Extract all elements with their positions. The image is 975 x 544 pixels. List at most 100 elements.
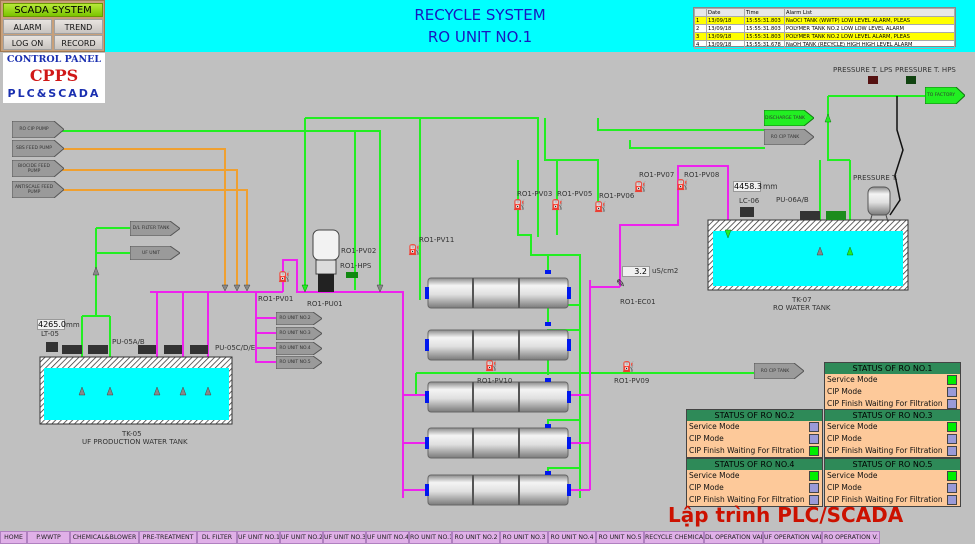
tag-ro-unit-2[interactable]: RO UNIT NO.2: [276, 312, 322, 325]
status-indicator-off: [947, 446, 957, 456]
conductivity-value: 3.2: [622, 266, 650, 277]
tag-label: TO FACTORY: [927, 93, 955, 98]
tag-label: RO UNIT NO.4: [279, 346, 311, 351]
status-indicator-on: [947, 471, 957, 481]
label-pressure-lps: PRESSURE T. LPS: [833, 66, 893, 74]
valve-pv05-icon[interactable]: ⛽: [551, 200, 563, 211]
nav-ro-unit-no-2[interactable]: RO UNIT NO.2: [452, 531, 500, 544]
label-pv08: RO1-PV08: [684, 171, 720, 179]
nav-ro-unit-no-4[interactable]: RO UNIT NO.4: [548, 531, 596, 544]
label-pv02: RO1-PV02: [341, 247, 377, 255]
valve-pv07-icon[interactable]: ⛽: [634, 182, 646, 193]
tag-label: RO CIP PUMP: [19, 127, 49, 132]
nav-dl-operation-valve[interactable]: DL OPERATION VALVE: [704, 531, 763, 544]
label-tk07-name: RO WATER TANK: [773, 304, 831, 312]
chemical-lines: [62, 148, 248, 285]
tag-antiscale-feed-pump[interactable]: ANTISCALE FEED PUMP: [12, 181, 64, 198]
pressure-tank: [867, 186, 891, 223]
label-pu05ab: PU-05A/B: [112, 338, 145, 346]
label-pv05: RO1-PV05: [557, 190, 593, 198]
label-pv09: RO1-PV09: [614, 377, 650, 385]
nav-uf-unit-no-3[interactable]: UF UNIT NO.3: [323, 531, 366, 544]
tag-ro-unit-5[interactable]: RO UNIT NO.5: [276, 356, 322, 369]
status-row: Service Mode: [687, 470, 822, 482]
status-row: CIP Mode: [825, 433, 960, 445]
nav-p-wwtp[interactable]: P.WWTP: [27, 531, 70, 544]
valve-pv09-icon[interactable]: ⛽: [622, 362, 634, 373]
label-lt05: LT-05: [41, 330, 60, 338]
tag-label: BIOCIDE FEED PUMP: [18, 163, 50, 174]
valve-pv10-icon[interactable]: ⛽: [485, 361, 497, 372]
tag-to-factory[interactable]: TO FACTORY: [925, 87, 965, 104]
nav-ro-unit-no-3[interactable]: RO UNIT NO.3: [500, 531, 548, 544]
nav-uf-unit-no-2[interactable]: UF UNIT NO.2: [280, 531, 323, 544]
status-label: CIP Mode: [827, 387, 862, 396]
label-pu05cde: PU-05C/D/E: [215, 344, 256, 352]
pressure-sensor-hps-out: [906, 76, 916, 84]
valve-pv02-icon[interactable]: ⛽: [408, 245, 420, 256]
tag-uf-unit[interactable]: UF UNIT: [130, 246, 180, 260]
pump-pu01: [312, 229, 340, 292]
nav-pre-treatment[interactable]: PRE-TREATMENT: [139, 531, 197, 544]
nav-ro-unit-no-5[interactable]: RO UNIT NO.5: [596, 531, 644, 544]
status-row: CIP Mode: [825, 386, 960, 398]
tag-label: RO CIP TANK: [770, 134, 800, 140]
nav-uf-unit-no-4[interactable]: UF UNIT NO.4: [366, 531, 409, 544]
status-indicator-off: [947, 495, 957, 505]
status-row: CIP Mode: [687, 433, 822, 445]
tag-sbs-feed-pump[interactable]: SBS FEED PUMP: [12, 140, 64, 157]
nav-dl-filter[interactable]: DL FILTER: [197, 531, 237, 544]
status-indicator-on: [809, 471, 819, 481]
tag-discharge-tank[interactable]: DISCHARGE TANK: [764, 110, 814, 126]
tag-label: DISCHARGE TANK: [765, 115, 805, 121]
status-row: Service Mode: [825, 374, 960, 386]
label-tk05-id: TK-05: [122, 430, 142, 438]
nav-uf-unit-no-1[interactable]: UF UNIT NO.1: [237, 531, 280, 544]
label-lc06: LC-06: [739, 197, 760, 205]
bottom-nav: HOME P.WWTP CHEMICAL&BLOWER PRE-TREATMENT DL…: [0, 531, 975, 544]
nav-recycle-chemical[interactable]: RECYCLE CHEMICAL: [644, 531, 704, 544]
tag-ro-cip-pump[interactable]: RO CIP PUMP: [12, 121, 64, 138]
status-label: Service Mode: [689, 422, 740, 431]
tag-ro-unit-4[interactable]: RO UNIT NO.4: [276, 342, 322, 355]
status-row: CIP Finish Waiting For Filtration: [825, 445, 960, 457]
tag-label: ANTISCALE FEED PUMP: [14, 184, 54, 195]
pressure-tank-line: [889, 96, 904, 216]
valve-pv03-icon[interactable]: ⛽: [513, 200, 525, 211]
tag-ro-unit-3[interactable]: RO UNIT NO.3: [276, 327, 322, 340]
status-row: Service Mode: [825, 470, 960, 482]
label-pv11: RO1-PV11: [419, 236, 455, 244]
nav-home[interactable]: HOME: [0, 531, 27, 544]
nav-chemical-blower[interactable]: CHEMICAL&BLOWER: [70, 531, 139, 544]
label-pv07: RO1-PV07: [639, 171, 675, 179]
tag-label: RO UNIT NO.3: [279, 331, 311, 336]
tag-ro-cip-tank[interactable]: RO CIP TANK: [764, 129, 814, 145]
level-indicator-lt05: [46, 342, 58, 352]
tag-biocide-feed-pump[interactable]: BIOCIDE FEED PUMP: [12, 160, 64, 177]
tag-dl-filter-tank[interactable]: D/L FILTER TANK: [130, 221, 180, 236]
status-indicator-off: [947, 434, 957, 444]
tag-label: RO UNIT NO.2: [279, 316, 311, 321]
pressure-sensor-lps: [868, 76, 878, 84]
status-panel-title: STATUS OF RO NO.1: [825, 363, 960, 374]
status-indicator-off: [947, 483, 957, 493]
conductivity-sensor-icon[interactable]: ✎: [616, 277, 625, 290]
tk07-level-value: 4458.3: [733, 181, 762, 192]
status-label: CIP Mode: [689, 483, 724, 492]
tag-label: SBS FEED PUMP: [16, 146, 52, 151]
status-panel-title: STATUS OF RO NO.2: [687, 410, 822, 421]
valve-pv08-icon[interactable]: ⛽: [676, 180, 688, 191]
valve-pv06-icon[interactable]: ⛽: [594, 202, 606, 213]
nav-uf-operation-valve[interactable]: UF OPERATION VALVE: [763, 531, 822, 544]
nav-ro-unit-no-1[interactable]: RO UNIT NO.1: [409, 531, 452, 544]
status-label: Service Mode: [827, 422, 878, 431]
status-panel-ro-5: STATUS OF RO NO.5 Service Mode CIP Mode CIP…: [824, 458, 961, 507]
status-label: CIP Mode: [827, 483, 862, 492]
label-pv01: RO1-PV01: [258, 295, 294, 303]
label-pressure-hps: PRESSURE T. HPS: [895, 66, 956, 74]
nav-ro-operation-v[interactable]: RO OPERATION V.: [822, 531, 880, 544]
tag-ro-cip-tank-2[interactable]: RO CIP TANK: [754, 363, 804, 379]
valve-pv01-icon[interactable]: ⛽: [278, 272, 290, 283]
pumps-tk05: [62, 345, 208, 354]
status-panel-ro-2: STATUS OF RO NO.2 Service Mode CIP Mode CIP…: [686, 409, 823, 458]
